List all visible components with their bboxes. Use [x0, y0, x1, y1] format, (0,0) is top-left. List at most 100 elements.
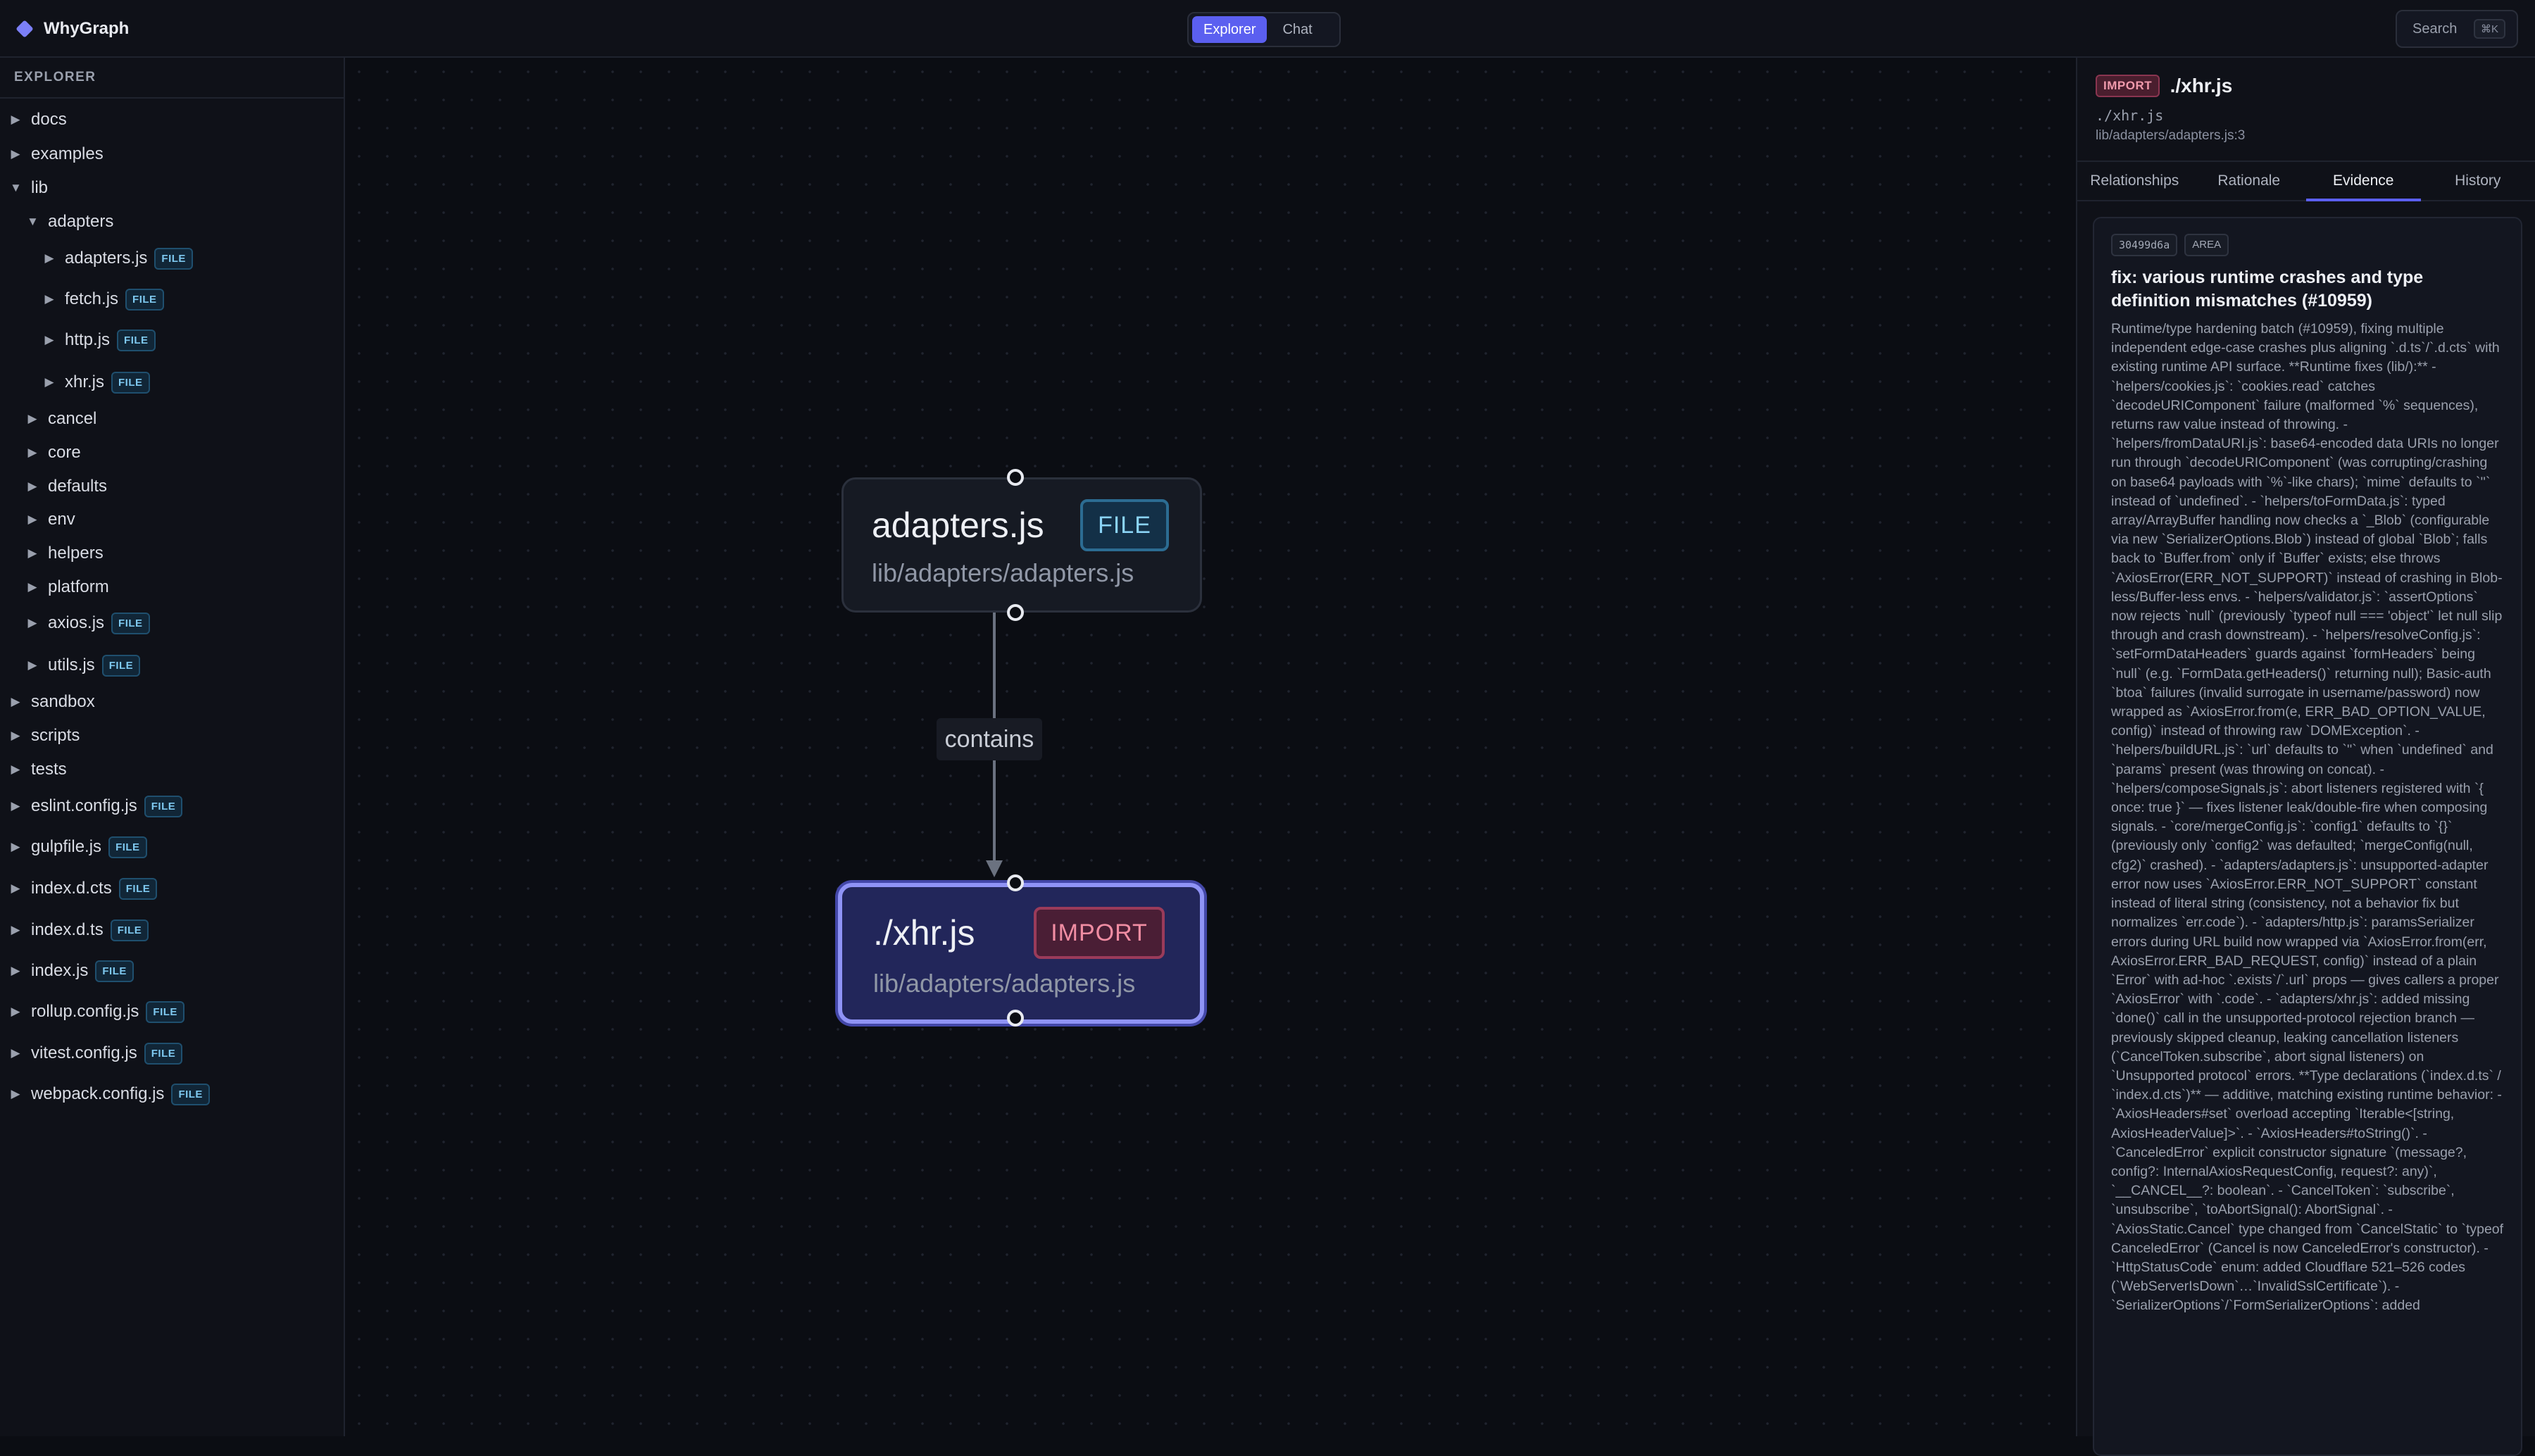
details-subtitle: ./xhr.js	[2096, 107, 2521, 124]
chevron-right-icon[interactable]: ▶	[27, 658, 38, 672]
tree-item-axios-js[interactable]: ▶axios.jsFILE	[27, 609, 150, 637]
tree-item-examples[interactable]: ▶examples	[10, 140, 104, 168]
target-node-top-handle[interactable]	[1007, 874, 1024, 891]
chevron-right-icon[interactable]: ▶	[27, 513, 38, 527]
chevron-down-icon[interactable]: ▼	[10, 181, 21, 195]
tree-item-eslint-config-js[interactable]: ▶eslint.config.jsFILE	[10, 792, 182, 820]
chevron-right-icon[interactable]: ▶	[10, 840, 21, 854]
tree-item-label: index.d.cts	[31, 879, 112, 898]
chevron-right-icon[interactable]: ▶	[10, 799, 21, 813]
tree-item-env[interactable]: ▶env	[27, 506, 75, 534]
chevron-down-icon[interactable]: ▼	[27, 215, 38, 229]
top-bar: WhyGraph Explorer Chat Search ⌘K	[0, 0, 2535, 58]
chevron-right-icon[interactable]: ▶	[10, 762, 21, 777]
tree-item-utils-js[interactable]: ▶utils.jsFILE	[27, 651, 140, 679]
tree-item-fetch-js[interactable]: ▶fetch.jsFILE	[44, 285, 164, 313]
chevron-right-icon[interactable]: ▶	[27, 580, 38, 594]
tree-item-docs[interactable]: ▶docs	[10, 106, 67, 134]
tree-item-label: index.d.ts	[31, 920, 104, 940]
tree-item-label: tests	[31, 760, 67, 779]
chevron-right-icon[interactable]: ▶	[27, 479, 38, 494]
tree-item-label: xhr.js	[65, 372, 104, 392]
chevron-right-icon[interactable]: ▶	[44, 292, 55, 306]
edge-label[interactable]: contains	[937, 718, 1042, 760]
chevron-right-icon[interactable]: ▶	[27, 446, 38, 460]
details-header: IMPORT ./xhr.js ./xhr.js lib/adapters/ad…	[2096, 75, 2521, 144]
chevron-right-icon[interactable]: ▶	[10, 923, 21, 937]
chevron-right-icon[interactable]: ▶	[10, 1046, 21, 1060]
target-node[interactable]: ./xhr.js IMPORT lib/adapters/adapters.js	[838, 883, 1204, 1024]
evidence-chips: 30499d6a AREA	[2111, 234, 2504, 256]
tab-rationale[interactable]: Rationale	[2192, 162, 2307, 200]
tree-item-label: adapters	[48, 212, 113, 232]
file-badge: FILE	[144, 1043, 183, 1065]
commit-hash-chip[interactable]: 30499d6a	[2111, 234, 2177, 256]
tree-item-sandbox[interactable]: ▶ sandbox	[10, 688, 95, 716]
chevron-right-icon[interactable]: ▶	[10, 964, 21, 978]
diamond-logo-icon	[15, 20, 33, 37]
tab-history[interactable]: History	[2421, 162, 2535, 200]
chevron-right-icon[interactable]: ▶	[27, 616, 38, 630]
details-panel: IMPORT ./xhr.js ./xhr.js lib/adapters/ad…	[2076, 58, 2535, 1436]
source-node-badge: FILE	[1080, 499, 1169, 551]
source-node[interactable]: adapters.js FILE lib/adapters/adapters.j…	[841, 477, 1202, 613]
graph-canvas[interactable]: adapters.js FILE lib/adapters/adapters.j…	[345, 58, 2076, 1436]
details-location[interactable]: lib/adapters/adapters.js:3	[2096, 128, 2521, 144]
file-badge: FILE	[144, 796, 183, 817]
tree-item-label: helpers	[48, 544, 104, 563]
tree-item-webpack-config-js[interactable]: ▶webpack.config.jsFILE	[10, 1080, 210, 1108]
chevron-right-icon[interactable]: ▶	[27, 546, 38, 560]
tree-item-platform[interactable]: ▶platform	[27, 573, 109, 601]
tree-item-adapters-js[interactable]: ▶adapters.jsFILE	[44, 244, 193, 272]
chevron-right-icon[interactable]: ▶	[10, 147, 21, 161]
source-node-bottom-handle[interactable]	[1007, 604, 1024, 621]
chevron-right-icon[interactable]: ▶	[44, 333, 55, 347]
tree-item-gulpfile-js[interactable]: ▶gulpfile.jsFILE	[10, 833, 147, 861]
commit-title: fix: various runtime crashes and type de…	[2111, 266, 2504, 313]
tree-item-label: sandbox	[31, 692, 95, 712]
tree-item-core[interactable]: ▶ core	[27, 439, 81, 467]
target-node-bottom-handle[interactable]	[1007, 1010, 1024, 1027]
tree-item-label: adapters.js	[65, 249, 147, 268]
tree-item-xhr-js[interactable]: ▶xhr.jsFILE	[44, 368, 150, 396]
file-badge: FILE	[146, 1001, 184, 1023]
source-node-top-handle[interactable]	[1007, 469, 1024, 486]
file-badge: FILE	[125, 289, 164, 310]
chevron-right-icon[interactable]: ▶	[10, 113, 21, 127]
chevron-right-icon[interactable]: ▶	[10, 695, 21, 709]
tree-item-defaults[interactable]: ▶defaults	[27, 472, 107, 501]
file-badge: FILE	[111, 920, 149, 941]
details-tabs: Relationships Rationale Evidence History	[2077, 161, 2535, 201]
chat-mode-button[interactable]: Chat	[1271, 16, 1323, 43]
tree-item-vitest-config-js[interactable]: ▶vitest.config.jsFILE	[10, 1039, 182, 1067]
chevron-right-icon[interactable]: ▶	[10, 729, 21, 743]
chevron-right-icon[interactable]: ▶	[44, 251, 55, 265]
explorer-mode-button[interactable]: Explorer	[1192, 16, 1267, 43]
search-shortcut: ⌘K	[2474, 19, 2505, 39]
tree-item-helpers[interactable]: ▶ helpers	[27, 539, 104, 567]
tree-item-rollup-config-js[interactable]: ▶rollup.config.jsFILE	[10, 998, 184, 1026]
tab-relationships[interactable]: Relationships	[2077, 162, 2192, 200]
chevron-right-icon[interactable]: ▶	[10, 881, 21, 896]
tree-item-tests[interactable]: ▶ tests	[10, 755, 67, 784]
tree-item-lib[interactable]: ▼lib	[10, 174, 48, 202]
chevron-right-icon[interactable]: ▶	[10, 1005, 21, 1019]
tree-item-index-js[interactable]: ▶index.jsFILE	[10, 957, 134, 985]
commit-body: Runtime/type hardening batch (#10959), f…	[2111, 320, 2504, 1316]
sidebar-title: EXPLORER	[0, 58, 344, 99]
tree-item-label: core	[48, 443, 81, 463]
chevron-right-icon[interactable]: ▶	[27, 412, 38, 426]
tree-item-scripts[interactable]: ▶scripts	[10, 722, 80, 750]
tree-item-cancel[interactable]: ▶cancel	[27, 405, 96, 433]
chevron-right-icon[interactable]: ▶	[44, 375, 55, 389]
tree-item-index-d-cts[interactable]: ▶index.d.ctsFILE	[10, 874, 157, 903]
tab-evidence[interactable]: Evidence	[2306, 162, 2421, 200]
tree-item-adapters[interactable]: ▼ adapters	[27, 208, 113, 236]
tree-item-index-d-ts[interactable]: ▶ index.d.ts FILE	[10, 916, 149, 944]
tree-item-label: axios.js	[48, 613, 104, 633]
tree-item-http-js[interactable]: ▶http.jsFILE	[44, 326, 156, 354]
brand[interactable]: WhyGraph	[18, 0, 129, 58]
chevron-right-icon[interactable]: ▶	[10, 1087, 21, 1101]
evidence-card[interactable]: 30499d6a AREA fix: various runtime crash…	[2093, 217, 2522, 1456]
search-button[interactable]: Search ⌘K	[2396, 10, 2518, 48]
